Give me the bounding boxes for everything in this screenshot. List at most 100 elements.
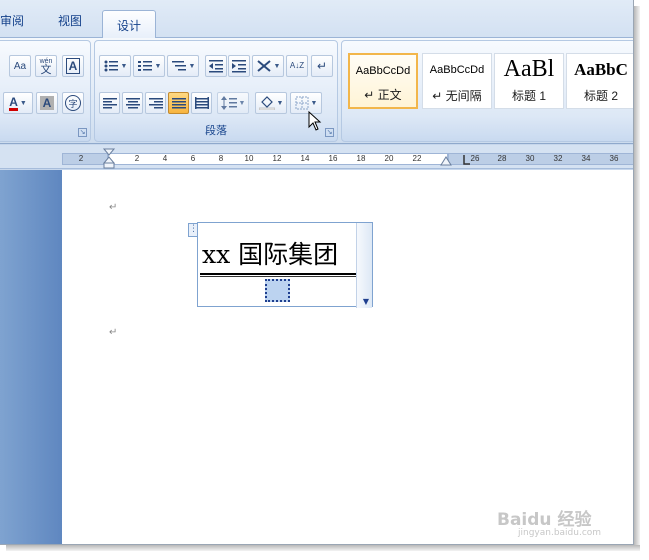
ruler-tick: 8 (218, 154, 224, 163)
tab-review[interactable]: 审阅 (0, 12, 24, 29)
increase-indent-button[interactable] (228, 55, 250, 77)
paragraph-mark-icon: ↵ (109, 327, 118, 338)
chevron-down-icon[interactable]: ▼ (20, 100, 27, 107)
enclose-characters-icon: 字 (65, 95, 81, 111)
tab-stop-marker-icon[interactable] (463, 154, 471, 166)
paragraph-mark-icon: ↵ (316, 59, 328, 73)
multilevel-list-button[interactable]: ▼ (167, 55, 199, 77)
multilevel-list-icon (171, 61, 186, 71)
numbering-icon (137, 61, 152, 71)
align-right-icon (148, 98, 163, 109)
mouse-pointer-icon (308, 111, 322, 131)
ruler-tick: 16 (328, 154, 338, 163)
paint-bucket-icon (258, 96, 275, 110)
header-content-control[interactable]: ⋮ xx 国际集团 ▼ (188, 222, 373, 308)
chinese-layout-icon (256, 60, 271, 72)
first-line-indent-marker-icon[interactable] (103, 148, 115, 170)
show-hide-marks-button[interactable]: ↵ (311, 55, 333, 77)
right-indent-marker-icon[interactable] (440, 154, 452, 166)
ruler-tick: 10 (244, 154, 254, 163)
borders-icon (295, 96, 309, 110)
ruler-tick: 12 (272, 154, 282, 163)
header-rule-thin (200, 276, 356, 277)
decrease-indent-icon (209, 60, 223, 73)
window-shadow-bottom (6, 545, 640, 551)
chevron-down-icon[interactable]: ▼ (121, 63, 128, 70)
character-border-button[interactable]: A (62, 55, 84, 77)
font-group-partial: Aa wén 文 A A ▼ A 字 ↘ (0, 40, 91, 142)
align-center-icon (125, 98, 140, 109)
company-name-text[interactable]: xx 国际集团 (202, 235, 338, 271)
ruler-tick: 32 (553, 154, 563, 163)
paragraph-group: ▼ ▼ ▼ ▼ A↓Z ↵ ▼ ▼ ▼ 段落 ↘ (94, 40, 338, 142)
sort-icon: A↓Z (289, 61, 305, 70)
align-right-button[interactable] (145, 92, 166, 114)
ruler-tick: 4 (162, 154, 168, 163)
font-color-icon: A (9, 94, 18, 111)
content-placeholder[interactable] (265, 279, 290, 302)
watermark-subtext: jingyan.baidu.com (518, 528, 602, 538)
chevron-down-icon[interactable]: ▼ (189, 63, 196, 70)
control-handle-icon[interactable]: ⋮ (188, 223, 198, 237)
character-shading-button[interactable]: A (36, 92, 58, 114)
chevron-down-icon[interactable]: ▼ (155, 63, 162, 70)
ruler-tick: 30 (525, 154, 535, 163)
shading-button[interactable]: ▼ (255, 92, 287, 114)
enclose-characters-button[interactable]: 字 (62, 92, 84, 114)
align-left-icon (102, 98, 117, 109)
character-border-icon: A (65, 58, 81, 74)
ruler-tick: 34 (581, 154, 591, 163)
style-normal[interactable]: AaBbCcDd ↵ 正文 (348, 53, 418, 109)
tab-design[interactable]: 设计 (102, 10, 157, 39)
chevron-down-icon[interactable]: ▼ (311, 100, 318, 107)
control-side-panel: ▼ (356, 223, 372, 308)
phonetic-guide-button[interactable]: wén 文 (35, 55, 57, 77)
ruler-tick: 26 (470, 154, 480, 163)
change-case-button[interactable]: Aa (9, 55, 31, 77)
ruler-tick: 18 (356, 154, 366, 163)
justify-button[interactable] (168, 92, 189, 114)
chevron-down-icon[interactable]: ▼ (277, 100, 284, 107)
chinese-layout-button[interactable]: ▼ (252, 55, 284, 77)
paragraph-dialog-launcher-icon[interactable]: ↘ (325, 128, 334, 137)
increase-indent-icon (232, 60, 246, 73)
styles-group: AaBbCcDd ↵ 正文 AaBbCcDd ↵ 无间隔 AaBl 标题 1 A… (341, 40, 633, 142)
ruler-tick: 36 (609, 154, 619, 163)
tab-view[interactable]: 视图 (58, 12, 82, 29)
sort-button[interactable]: A↓Z (286, 55, 308, 77)
change-case-icon: Aa (13, 60, 27, 72)
chevron-down-icon[interactable]: ▼ (239, 100, 246, 107)
justify-icon (171, 98, 186, 109)
chevron-down-icon[interactable]: ▼ (363, 297, 369, 306)
ruler-tick: 28 (497, 154, 507, 163)
bullets-icon (104, 60, 118, 72)
word-window: 审阅 视图 设计 Aa wén 文 A A ▼ A 字 ↘ ▼ ▼ ▼ ▼ A↓… (0, 0, 634, 545)
distributed-icon (194, 97, 209, 109)
style-no-spacing[interactable]: AaBbCcDd ↵ 无间隔 (422, 53, 492, 109)
bullets-button[interactable]: ▼ (99, 55, 131, 77)
decrease-indent-button[interactable] (205, 55, 227, 77)
chevron-down-icon[interactable]: ▼ (274, 63, 281, 70)
window-shadow-right (634, 6, 640, 551)
paragraph-mark-icon: ↵ (109, 202, 118, 213)
ruler-left-margin (62, 153, 108, 165)
header-rule (200, 273, 356, 275)
ruler-tick: 6 (190, 154, 196, 163)
align-center-button[interactable] (122, 92, 143, 114)
font-color-button[interactable]: A ▼ (3, 92, 33, 114)
horizontal-ruler[interactable]: 2 2 4 6 8 10 12 14 16 18 20 22 26 28 30 … (0, 145, 633, 170)
distributed-button[interactable] (191, 92, 212, 114)
font-dialog-launcher-icon[interactable]: ↘ (78, 128, 87, 137)
numbering-button[interactable]: ▼ (133, 55, 165, 77)
character-shading-icon: A (39, 96, 55, 110)
align-left-button[interactable] (99, 92, 120, 114)
ruler-tick: 14 (300, 154, 310, 163)
ruler-tick: 22 (412, 154, 422, 163)
style-heading-2[interactable]: AaBbC 标题 2 (566, 53, 633, 109)
line-spacing-icon (220, 96, 237, 110)
style-heading-1[interactable]: AaBl 标题 1 (494, 53, 564, 109)
paragraph-group-label: 段落 (205, 125, 227, 137)
ruler-tick: 2 (78, 154, 84, 163)
ruler-tick: 2 (134, 154, 140, 163)
line-spacing-button[interactable]: ▼ (217, 92, 249, 114)
